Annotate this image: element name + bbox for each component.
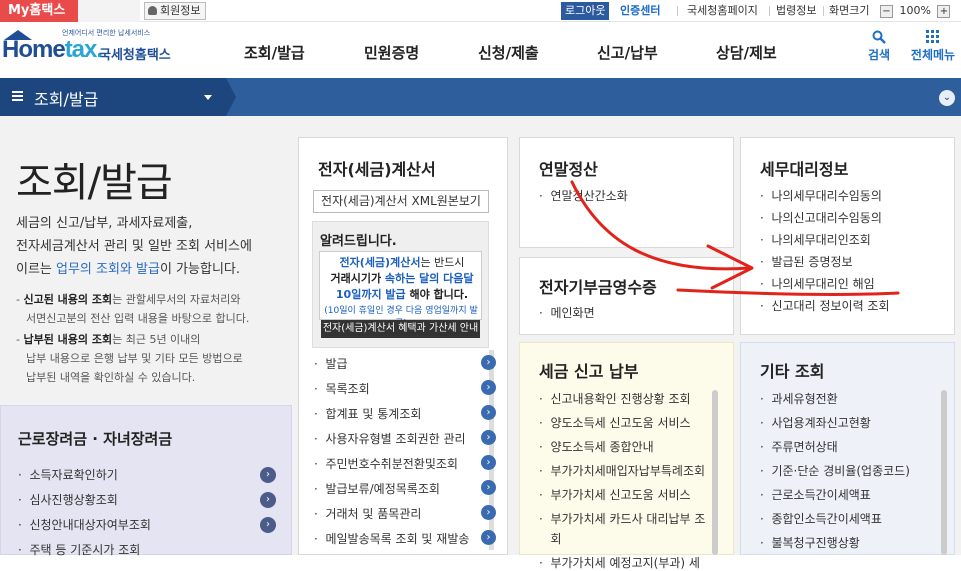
bullet: ·: [760, 277, 764, 291]
bullet: ·: [539, 556, 543, 570]
agent-item[interactable]: · 나의세무대리인 해임: [760, 275, 875, 292]
bullet: ·: [314, 482, 318, 496]
other-item[interactable]: · 주류면허상태: [760, 438, 838, 455]
agent-item-label: 나의신고대리수임동의: [771, 211, 882, 225]
taxreport-item[interactable]: · 회: [539, 530, 562, 547]
bullet: ·: [539, 512, 543, 526]
bullet: ·: [539, 464, 543, 478]
agent-item-label: 나의세무대리인 해임: [771, 277, 875, 291]
taxreport-item-label: 양도소득세 종합안내: [550, 440, 654, 454]
taxreport-item-label: 부가가치세 카드사 대리납부 조: [550, 512, 706, 526]
bullet: ·: [314, 357, 318, 371]
einvoice-item[interactable]: · 거래처 및 품목관리: [314, 505, 421, 522]
go-arrow-icon[interactable]: ›: [481, 380, 496, 395]
bullet: ·: [314, 432, 318, 446]
bullet: ·: [314, 507, 318, 521]
bullet: ·: [760, 440, 764, 454]
other-item[interactable]: · 종합인소득간이세액표: [760, 510, 882, 527]
taxreport-item[interactable]: · 양도소득세 종합안내: [539, 438, 654, 455]
other-item-label: 종합인소득간이세액표: [771, 512, 882, 526]
agent-item[interactable]: · 신고대리 정보이력 조회: [760, 297, 890, 314]
bullet: ·: [760, 512, 764, 526]
einvoice-item[interactable]: · 발급보류/예정목록조회: [314, 480, 440, 497]
go-arrow-icon[interactable]: ›: [481, 505, 496, 520]
einvoice-item-label: 발급보류/예정목록조회: [325, 482, 440, 496]
other-item-label: 과세유형전환: [771, 392, 838, 406]
other-item[interactable]: · 사업용계좌신고현황: [760, 414, 871, 431]
go-arrow-icon[interactable]: ›: [481, 530, 496, 545]
taxreport-item[interactable]: · 양도소득세 신고도움 서비스: [539, 414, 691, 431]
taxreport-item[interactable]: · 부가가치세 예정고지(부과) 세: [539, 554, 700, 571]
other-item-label: 근로소득간이세액표: [771, 488, 871, 502]
agent-item[interactable]: · 나의세무대리수임동의: [760, 187, 882, 204]
einvoice-item-label: 거래처 및 품목관리: [325, 507, 422, 521]
bullet: ·: [314, 457, 318, 471]
go-arrow-icon[interactable]: ›: [481, 480, 496, 495]
bullet: ·: [760, 189, 764, 203]
bullet: ·: [314, 532, 318, 546]
taxreport-item[interactable]: · 부가가치세 카드사 대리납부 조: [539, 510, 705, 527]
bullet: ·: [314, 382, 318, 396]
bullet: ·: [760, 464, 764, 478]
bullet: ·: [760, 211, 764, 225]
taxreport-item-label: 부가가치세 신고도움 서비스: [550, 488, 691, 502]
taxreport-item-label: 신고내용확인 진행상황 조회: [550, 392, 691, 406]
other-item-label: 기준·단순 경비율(업종코드): [771, 464, 910, 478]
other-item-label: 사업용계좌신고현황: [771, 416, 871, 430]
taxreport-item[interactable]: · 부가가치세 신고도움 서비스: [539, 486, 691, 503]
taxreport-item[interactable]: · 부가가치세매입자납부특례조회: [539, 462, 705, 479]
einvoice-item-label: 사용자유형별 조회권한 관리: [325, 432, 466, 446]
bullet: ·: [760, 255, 764, 269]
bullet: ·: [760, 392, 764, 406]
taxreport-item-label: 회: [550, 532, 562, 546]
agent-item-label: 신고대리 정보이력 조회: [771, 299, 890, 313]
bullet: ·: [760, 488, 764, 502]
other-item[interactable]: · 기준·단순 경비율(업종코드): [760, 462, 910, 479]
einvoice-item[interactable]: · 메일발송목록 조회 및 재발송: [314, 530, 469, 547]
bullet: ·: [760, 299, 764, 313]
bullet: ·: [760, 416, 764, 430]
einvoice-item[interactable]: · 발급: [314, 355, 348, 372]
agent-item[interactable]: · 나의세무대리인조회: [760, 231, 871, 248]
taxreport-item-label: 양도소득세 신고도움 서비스: [550, 416, 691, 430]
other-item-label: 불복청구진행상황: [771, 536, 860, 550]
agent-item-label: 나의세무대리수임동의: [771, 189, 882, 203]
einvoice-item-label: 발급: [325, 357, 348, 371]
einvoice-item[interactable]: · 사용자유형별 조회권한 관리: [314, 430, 466, 447]
einvoice-item-label: 목록조회: [325, 382, 370, 396]
einvoice-item-label: 합계표 및 통계조회: [325, 407, 422, 421]
agent-item-label: 발급된 증명정보: [771, 255, 853, 269]
bullet: ·: [539, 440, 543, 454]
other-item[interactable]: · 불복청구진행상황: [760, 534, 860, 551]
bullet: ·: [760, 233, 764, 247]
bullet: ·: [760, 536, 764, 550]
einvoice-item[interactable]: · 주민번호수취분전환및조회: [314, 455, 458, 472]
taxreport-item[interactable]: · 신고내용확인 진행상황 조회: [539, 390, 691, 407]
bullet: ·: [539, 392, 543, 406]
agent-item[interactable]: · 발급된 증명정보: [760, 253, 853, 270]
agent-item[interactable]: · 나의신고대리수임동의: [760, 209, 882, 226]
annotation-arrow: [570, 180, 752, 271]
go-arrow-icon[interactable]: ›: [481, 455, 496, 470]
bullet: ·: [539, 488, 543, 502]
bullet: ·: [314, 407, 318, 421]
bullet: ·: [539, 416, 543, 430]
einvoice-item[interactable]: · 합계표 및 통계조회: [314, 405, 421, 422]
taxreport-item-label: 부가가치세 예정고지(부과) 세: [550, 556, 700, 570]
other-item-label: 주류면허상태: [771, 440, 838, 454]
taxreport-item-label: 부가가치세매입자납부특례조회: [550, 464, 706, 478]
go-arrow-icon[interactable]: ›: [481, 430, 496, 445]
go-arrow-icon[interactable]: ›: [481, 355, 496, 370]
other-item[interactable]: · 근로소득간이세액표: [760, 486, 871, 503]
einvoice-item-label: 주민번호수취분전환및조회: [325, 457, 458, 471]
other-item[interactable]: · 과세유형전환: [760, 390, 838, 407]
einvoice-item[interactable]: · 목록조회: [314, 380, 370, 397]
go-arrow-icon[interactable]: ›: [481, 405, 496, 420]
agent-item-label: 나의세무대리인조회: [771, 233, 871, 247]
einvoice-item-label: 메일발송목록 조회 및 재발송: [325, 532, 470, 546]
